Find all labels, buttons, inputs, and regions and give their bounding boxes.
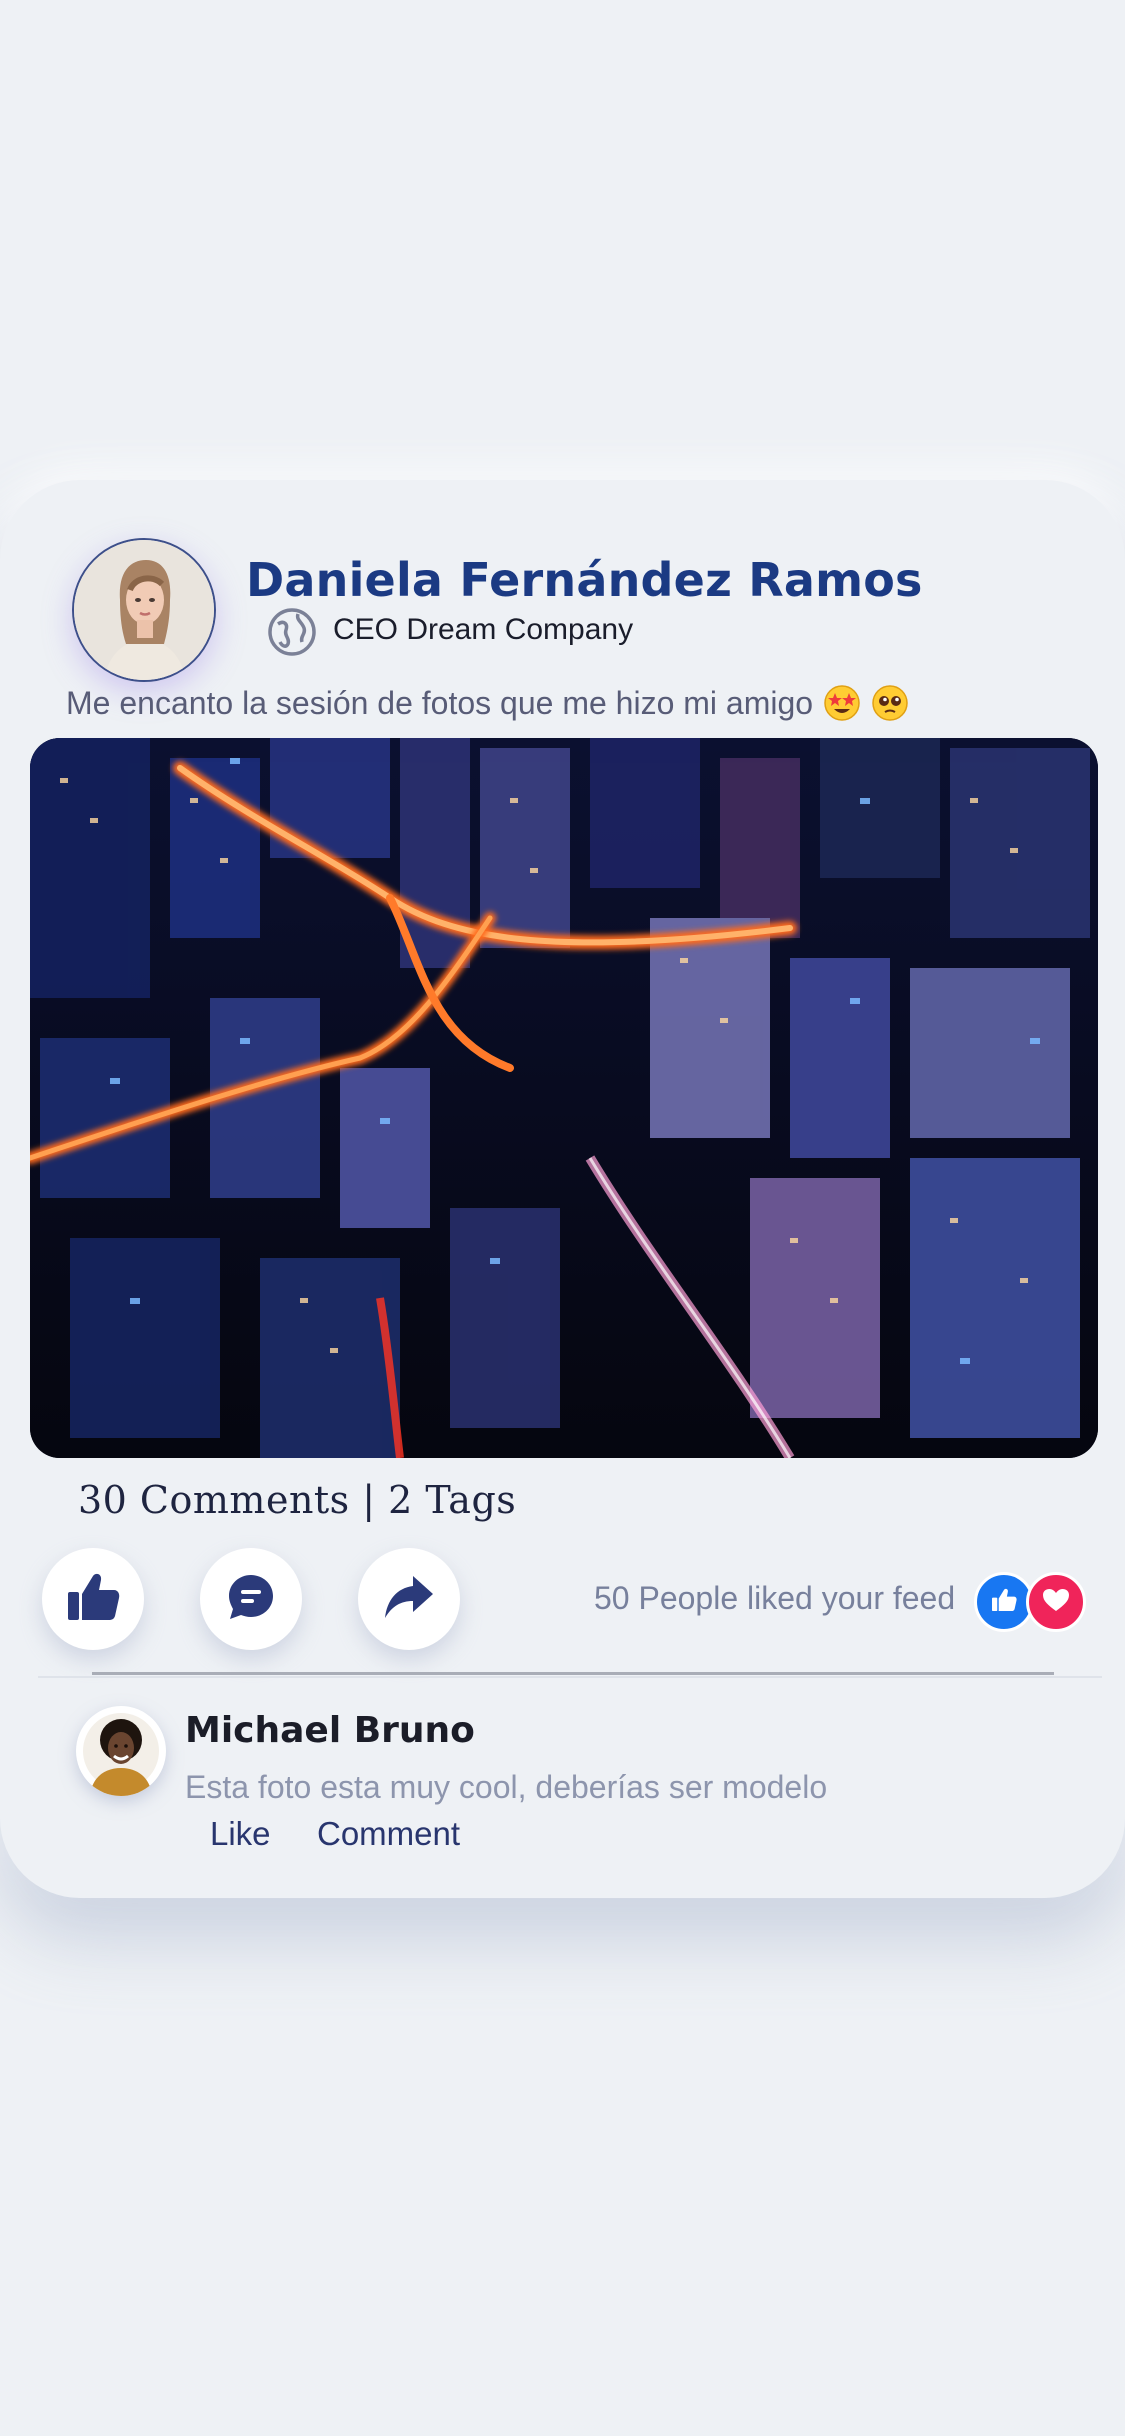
- post-stats: 30 Comments | 2 Tags: [78, 1478, 516, 1522]
- comments-count[interactable]: 30 Comments: [78, 1478, 350, 1522]
- comment-reply-link[interactable]: Comment: [317, 1815, 460, 1853]
- share-button[interactable]: [358, 1548, 460, 1650]
- comment-like-link[interactable]: Like: [210, 1815, 271, 1853]
- share-arrow-icon: [383, 1574, 435, 1625]
- like-reaction-badge: [974, 1572, 1034, 1632]
- stats-separator: |: [349, 1478, 389, 1522]
- comment-button[interactable]: [200, 1548, 302, 1650]
- thumbs-up-reaction-icon: [991, 1588, 1017, 1617]
- star-struck-emoji-icon: [823, 684, 861, 730]
- pleading-face-emoji-icon: [871, 684, 909, 730]
- chat-bubble-icon: [227, 1573, 275, 1626]
- commenter-avatar[interactable]: [76, 1706, 166, 1796]
- love-reaction-badge: [1026, 1572, 1086, 1632]
- post-text: Me encanto la sesión de fotos que me hiz…: [66, 684, 909, 730]
- author-role: CEO Dream Company: [333, 613, 634, 646]
- like-button[interactable]: [42, 1548, 144, 1650]
- heart-icon: [1042, 1588, 1070, 1617]
- thumbs-up-icon: [66, 1572, 120, 1627]
- comment-text: Esta foto esta muy cool, deberías ser mo…: [185, 1769, 828, 1805]
- tags-count[interactable]: 2 Tags: [388, 1478, 516, 1522]
- author-name[interactable]: Daniela Fernández Ramos: [246, 553, 923, 607]
- author-avatar[interactable]: [72, 538, 216, 682]
- post-text-content: Me encanto la sesión de fotos que me hiz…: [66, 685, 814, 721]
- commenter-name[interactable]: Michael Bruno: [185, 1710, 475, 1751]
- post-photo[interactable]: [30, 738, 1098, 1458]
- divider: [92, 1672, 1054, 1675]
- globe-icon: [266, 606, 318, 658]
- likes-summary[interactable]: 50 People liked your feed: [594, 1580, 955, 1617]
- divider-shadow: [38, 1676, 1102, 1678]
